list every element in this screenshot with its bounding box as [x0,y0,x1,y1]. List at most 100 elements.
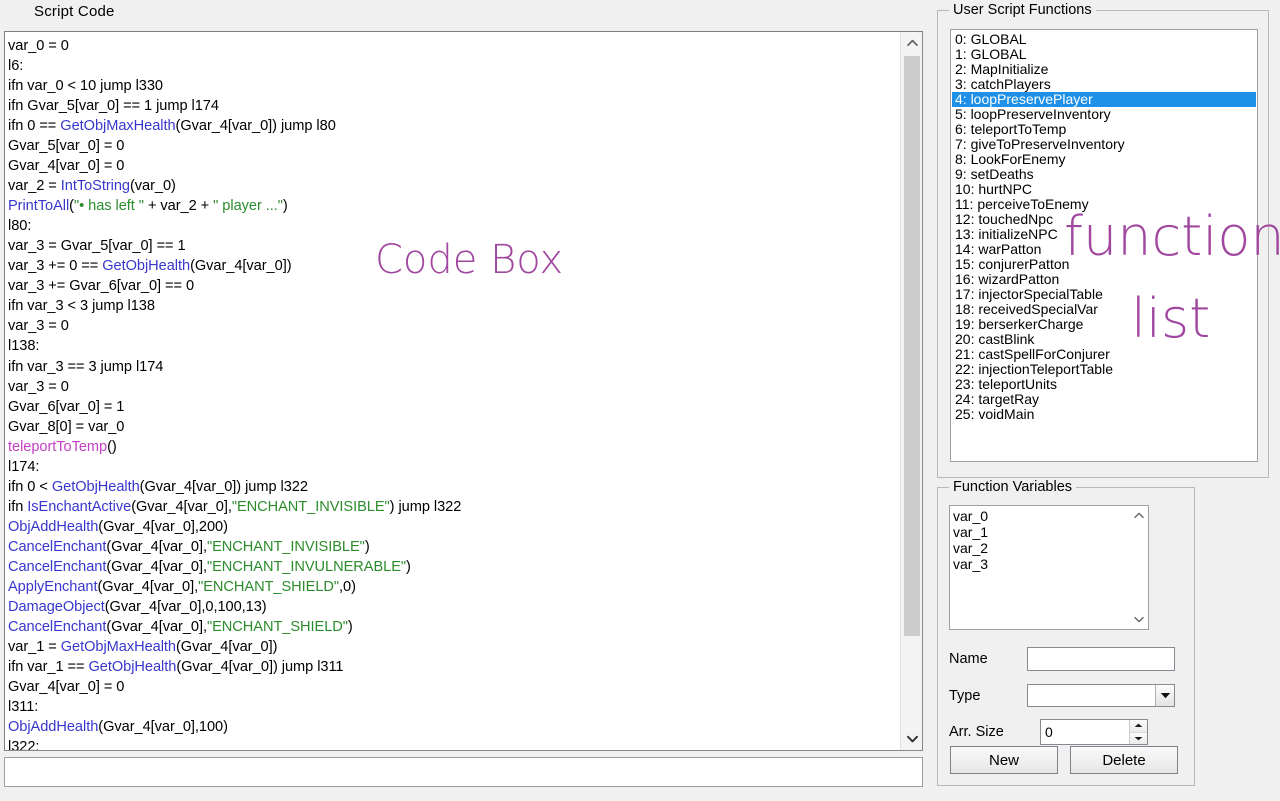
function-list-item[interactable]: 23: teleportUnits [952,377,1256,392]
code-lines: var_0 = 0 l6: ifn var_0 < 10 jump l330 ifn … [8,36,900,750]
function-list-item[interactable]: 24: targetRay [952,392,1256,407]
code-line: var_3 = 0 [8,316,900,336]
code-token: IsEnchantActive [27,498,132,515]
code-token: l6: [8,58,24,75]
code-token: GetObjHealth [88,658,177,675]
variable-list-item[interactable]: var_1 [953,524,1130,540]
function-list-item[interactable]: 10: hurtNPC [952,182,1256,197]
function-list-item[interactable]: 21: castSpellForConjurer [952,347,1256,362]
code-token: ) [347,618,353,635]
function-list-item[interactable]: 0: GLOBAL [952,32,1256,47]
code-token: ) [364,538,370,555]
function-list-item[interactable]: 5: loopPreserveInventory [952,107,1256,122]
function-list-item[interactable]: 2: MapInitialize [952,62,1256,77]
function-variables-group: Function Variables var_0 var_1 var_2 var_3 … [937,479,1195,786]
code-line: DamageObject(Gvar_4[var_0],0,100,13) [8,597,900,617]
function-list-item[interactable]: 4: loopPreservePlayer [952,92,1256,107]
function-list-item[interactable]: 14: warPatton [952,242,1256,257]
function-list-item[interactable]: 9: setDeaths [952,167,1256,182]
code-line: CancelEnchant(Gvar_4[var_0],"ENCHANT_INV… [8,557,900,577]
function-list-item[interactable]: 11: perceiveToEnemy [952,197,1256,212]
function-list-item[interactable]: 17: injectorSpecialTable [952,287,1256,302]
scroll-up-arrow-icon[interactable] [901,32,922,54]
code-token: "• has left " [73,198,144,215]
scroll-down-arrow-icon[interactable] [901,728,922,750]
type-select[interactable] [1027,684,1175,707]
code-line: ifn Gvar_5[var_0] == 1 jump l174 [8,96,900,116]
code-token: " player ..." [213,198,283,215]
code-token: ApplyEnchant [8,578,98,595]
variable-scroll-down-arrow-icon[interactable] [1130,611,1147,628]
arr-size-stepper[interactable]: 0 [1040,719,1148,745]
code-line: l80: [8,216,900,236]
code-token: IntToString [60,178,130,195]
function-list-item[interactable]: 16: wizardPatton [952,272,1256,287]
arr-size-spin-buttons[interactable] [1129,720,1147,744]
function-list-item[interactable]: 8: LookForEnemy [952,152,1256,167]
code-token: GetObjHealth [102,258,191,275]
code-token: (Gvar_4[var_0]) jump l322 [139,478,308,495]
code-token: (Gvar_4[var_0], [106,538,207,555]
function-list-item[interactable]: 12: touchedNpc [952,212,1256,227]
code-token: l80: [8,218,32,235]
name-field-row: Name [949,647,1175,671]
scrollbar-thumb[interactable] [904,56,920,636]
code-line: var_0 = 0 [8,36,900,56]
function-list-item[interactable]: 22: injectionTeleportTable [952,362,1256,377]
function-variables-title: Function Variables [949,479,1077,495]
code-token: ifn Gvar_5[var_0] == 1 jump l174 [8,98,219,115]
code-token: (Gvar_4[var_0]) jump l311 [176,658,344,675]
name-input[interactable] [1027,647,1175,671]
code-line: var_3 += 0 == GetObjHealth(Gvar_4[var_0]… [8,256,900,276]
code-token: l174: [8,458,40,475]
function-list-item[interactable]: 19: berserkerCharge [952,317,1256,332]
code-text-area[interactable]: var_0 = 0 l6: ifn var_0 < 10 jump l330 ifn … [5,32,900,750]
code-line: var_3 = Gvar_5[var_0] == 1 [8,236,900,256]
code-token: ) jump l322 [389,498,462,515]
code-token: l311: [8,699,39,716]
variable-list-scrollbar[interactable] [1130,507,1147,628]
script-code-editor[interactable]: var_0 = 0 l6: ifn var_0 < 10 jump l330 ifn … [4,31,923,751]
code-token: (Gvar_4[var_0],0,100,13) [104,598,267,615]
code-token: var_2 = [8,178,61,195]
function-list-item[interactable]: 1: GLOBAL [952,47,1256,62]
variable-list-item[interactable]: var_3 [953,556,1130,572]
code-status-bar[interactable] [4,757,923,787]
code-token: l138: [8,338,40,355]
function-list-item[interactable]: 7: giveToPreserveInventory [952,137,1256,152]
function-list-item[interactable]: 20: castBlink [952,332,1256,347]
function-list-item[interactable]: 18: receivedSpecialVar [952,302,1256,317]
function-list[interactable]: 0: GLOBAL 1: GLOBAL 2: MapInitialize 3: cat… [950,29,1258,462]
code-line: var_3 = 0 [8,377,900,397]
arr-size-label: Arr. Size [949,724,1004,740]
code-line: ObjAddHealth(Gvar_4[var_0],200) [8,517,900,537]
code-vertical-scrollbar[interactable] [900,32,922,750]
code-token: CancelEnchant [8,538,107,555]
code-line: var_2 = IntToString(var_0) [8,176,900,196]
code-token: teleportToTemp [8,438,108,455]
variable-list-item[interactable]: var_2 [953,540,1130,556]
type-label: Type [949,687,981,704]
user-script-functions-group: User Script Functions 0: GLOBAL 1: GLOBAL… [937,2,1269,478]
function-list-item[interactable]: 15: conjurerPatton [952,257,1256,272]
code-line: teleportToTemp() [8,437,900,457]
function-list-item[interactable]: 25: voidMain [952,407,1256,422]
user-script-functions-title: User Script Functions [949,2,1096,18]
spin-up-icon[interactable] [1130,720,1147,733]
delete-variable-button[interactable]: Delete [1070,746,1178,774]
variable-scroll-up-arrow-icon[interactable] [1130,507,1147,524]
function-list-item[interactable]: 13: initializeNPC [952,227,1256,242]
code-token: ,0) [339,578,356,595]
spin-down-icon[interactable] [1130,732,1147,744]
variable-list[interactable]: var_0 var_1 var_2 var_3 [949,505,1149,630]
code-token: (Gvar_4[var_0]) [176,638,278,655]
new-variable-button[interactable]: New [950,746,1058,774]
variable-list-item[interactable]: var_0 [953,508,1130,524]
code-line: PrintToAll("• has left " + var_2 + " pla… [8,196,900,216]
function-list-item[interactable]: 6: teleportToTemp [952,122,1256,137]
code-token: var_3 += 0 == [8,258,103,275]
code-token: ) [406,558,411,575]
function-list-item[interactable]: 3: catchPlayers [952,77,1256,92]
code-token: ifn var_1 == [8,658,89,675]
chevron-down-icon[interactable] [1155,685,1174,706]
